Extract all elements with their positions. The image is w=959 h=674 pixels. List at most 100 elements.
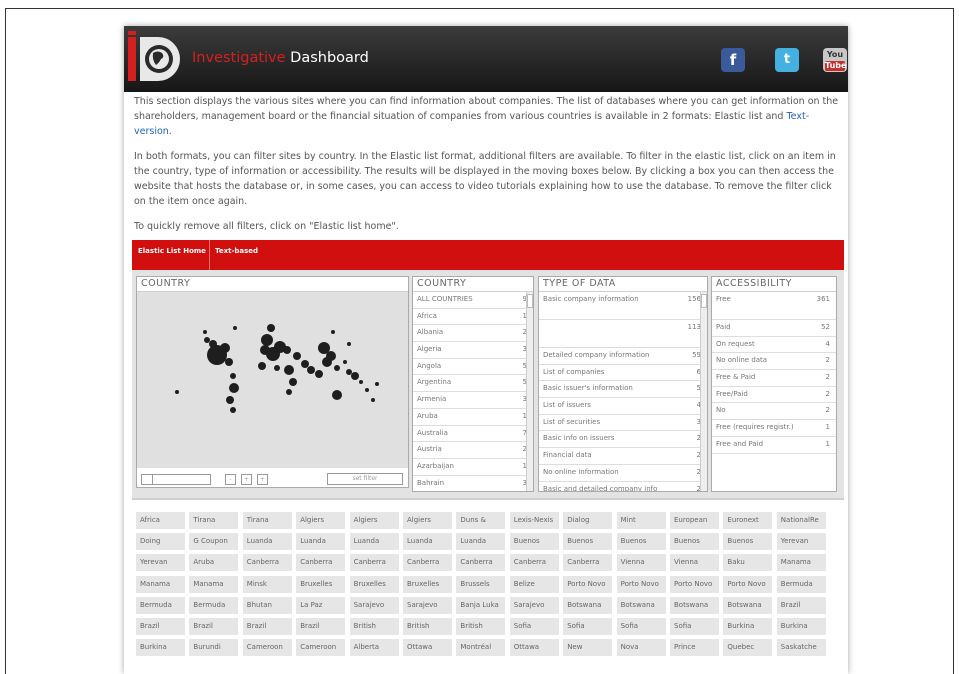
country-scroll-thumb[interactable] bbox=[527, 294, 533, 308]
zoom-in-button[interactable]: + bbox=[241, 474, 252, 485]
country-list-item[interactable]: Australia 7 bbox=[413, 426, 533, 443]
id-logo-icon[interactable] bbox=[128, 31, 186, 87]
result-box[interactable]: Botswana bbox=[723, 596, 773, 614]
result-box[interactable]: Manama bbox=[189, 575, 239, 593]
result-box[interactable]: Ottawa bbox=[403, 639, 452, 657]
result-box[interactable]: Montréal bbox=[456, 639, 506, 657]
map-location-dot[interactable] bbox=[359, 380, 363, 384]
access-list-item[interactable]: No 2 bbox=[712, 403, 836, 421]
result-box[interactable]: Brazil bbox=[296, 618, 346, 635]
result-box[interactable]: Canberra bbox=[563, 554, 613, 572]
result-box[interactable]: Canberra bbox=[456, 554, 506, 572]
result-box[interactable]: Bruxelles bbox=[349, 575, 399, 593]
result-box[interactable]: Buenos bbox=[509, 533, 559, 551]
country-list-item[interactable]: ALL COUNTRIES 9 bbox=[413, 292, 533, 309]
result-box[interactable]: Yerevan bbox=[776, 533, 826, 551]
map-location-dot[interactable] bbox=[307, 366, 315, 374]
map-location-dot[interactable] bbox=[365, 388, 369, 392]
result-box[interactable]: Bermuda bbox=[136, 596, 185, 614]
result-box[interactable]: Burkina bbox=[723, 618, 773, 635]
access-list-item[interactable]: Free & Paid 2 bbox=[712, 370, 836, 387]
result-box[interactable]: Buenos bbox=[616, 533, 666, 551]
result-box[interactable]: Nova bbox=[616, 639, 666, 657]
map-location-dot[interactable] bbox=[209, 340, 217, 348]
world-map[interactable] bbox=[137, 292, 408, 468]
result-box[interactable]: Lexis-Nexis bbox=[509, 512, 559, 529]
result-box[interactable]: Vienna bbox=[616, 554, 666, 572]
result-box[interactable]: Canberra bbox=[349, 554, 399, 572]
type-list-item[interactable]: Basic issuer's information 5 bbox=[539, 381, 707, 399]
result-box[interactable]: Porto Novo bbox=[723, 575, 773, 593]
tab-elastic-list-home[interactable]: Elastic List Home bbox=[138, 247, 206, 255]
result-box[interactable]: Brazil bbox=[242, 618, 292, 635]
country-list-item[interactable]: Bahrain 3 bbox=[413, 476, 533, 491]
result-box[interactable]: Buenos bbox=[563, 533, 613, 551]
result-box[interactable]: Buenos bbox=[670, 533, 719, 551]
facebook-icon[interactable]: f bbox=[721, 48, 745, 72]
result-box[interactable]: Baku bbox=[723, 554, 773, 572]
result-box[interactable]: Buenos bbox=[723, 533, 773, 551]
access-list-item[interactable]: Free (requires registr.) 1 bbox=[712, 420, 836, 437]
result-box[interactable]: G Coupon bbox=[189, 533, 239, 551]
country-list-item[interactable]: Austria 2 bbox=[413, 442, 533, 459]
country-list-item[interactable]: Albania 2 bbox=[413, 325, 533, 343]
result-box[interactable]: Algiers bbox=[349, 512, 399, 529]
type-list-item[interactable]: No online information 2 bbox=[539, 465, 707, 482]
result-box[interactable]: Burundi bbox=[189, 639, 239, 657]
result-box[interactable]: Manama bbox=[136, 575, 185, 593]
country-list-item[interactable]: Argentina 5 bbox=[413, 375, 533, 393]
result-box[interactable]: Brazil bbox=[189, 618, 239, 635]
result-box[interactable]: Sofia bbox=[563, 618, 613, 635]
result-box[interactable]: Vienna bbox=[670, 554, 719, 572]
type-list-item[interactable]: Basic info on issuers 2 bbox=[539, 431, 707, 449]
country-list-item[interactable]: Azarbaijan 1 bbox=[413, 459, 533, 476]
result-box[interactable]: New bbox=[563, 639, 613, 657]
result-box[interactable]: Brussels bbox=[456, 575, 506, 593]
map-location-dot[interactable] bbox=[301, 360, 309, 368]
result-box[interactable]: Burkina bbox=[776, 618, 826, 635]
youtube-icon[interactable]: You Tube bbox=[823, 48, 847, 72]
result-box[interactable]: Luanda bbox=[296, 533, 346, 551]
map-location-dot[interactable] bbox=[326, 351, 336, 361]
map-location-dot[interactable] bbox=[286, 389, 292, 395]
map-location-dot[interactable] bbox=[283, 346, 291, 354]
map-location-dot[interactable] bbox=[346, 369, 352, 375]
result-box[interactable]: Algiers bbox=[403, 512, 452, 529]
type-list-item[interactable]: Financial data 2 bbox=[539, 448, 707, 465]
result-box[interactable]: Cameroon bbox=[296, 639, 346, 657]
type-list-item[interactable]: Basic and detailed company info 2 bbox=[539, 482, 707, 492]
country-list-scrollbar[interactable] bbox=[526, 292, 533, 491]
result-box[interactable]: Tirana bbox=[189, 512, 239, 529]
map-slider-handle[interactable] bbox=[142, 475, 153, 484]
set-filter-button[interactable]: set filter bbox=[327, 473, 403, 485]
result-box[interactable]: Mint bbox=[616, 512, 666, 529]
result-box[interactable]: Doing bbox=[136, 533, 185, 551]
result-box[interactable]: Sarajevo bbox=[349, 596, 399, 614]
type-list-item[interactable]: Detailed company information 59 bbox=[539, 348, 707, 365]
map-location-dot[interactable] bbox=[258, 362, 266, 370]
map-location-dot[interactable] bbox=[347, 342, 351, 346]
result-box[interactable]: Canberra bbox=[403, 554, 452, 572]
result-box[interactable]: Banja Luka bbox=[456, 596, 506, 614]
result-box[interactable]: Brazil bbox=[776, 596, 826, 614]
map-location-dot[interactable] bbox=[230, 407, 236, 413]
access-list-item[interactable]: No online data 2 bbox=[712, 353, 836, 371]
map-location-dot[interactable] bbox=[204, 337, 210, 343]
result-box[interactable]: Minsk bbox=[242, 575, 292, 593]
result-box[interactable]: Ottawa bbox=[509, 639, 559, 657]
result-box[interactable]: Porto Novo bbox=[616, 575, 666, 593]
result-box[interactable]: Belize bbox=[509, 575, 559, 593]
access-list-item[interactable]: Free 361 bbox=[712, 292, 836, 320]
map-location-dot[interactable] bbox=[315, 370, 323, 378]
result-box[interactable]: Euronext bbox=[723, 512, 773, 529]
access-list-item[interactable]: Free and Paid 1 bbox=[712, 437, 836, 454]
map-slider[interactable] bbox=[141, 474, 211, 485]
result-box[interactable]: Sofia bbox=[616, 618, 666, 635]
result-box[interactable]: Dialog bbox=[563, 512, 613, 529]
result-box[interactable]: Sarajevo bbox=[509, 596, 559, 614]
map-location-dot[interactable] bbox=[343, 360, 347, 364]
result-box[interactable]: Bermuda bbox=[189, 596, 239, 614]
country-list-item[interactable]: Angola 5 bbox=[413, 359, 533, 376]
map-location-dot[interactable] bbox=[331, 330, 335, 334]
result-box[interactable]: Duns & bbox=[456, 512, 506, 529]
